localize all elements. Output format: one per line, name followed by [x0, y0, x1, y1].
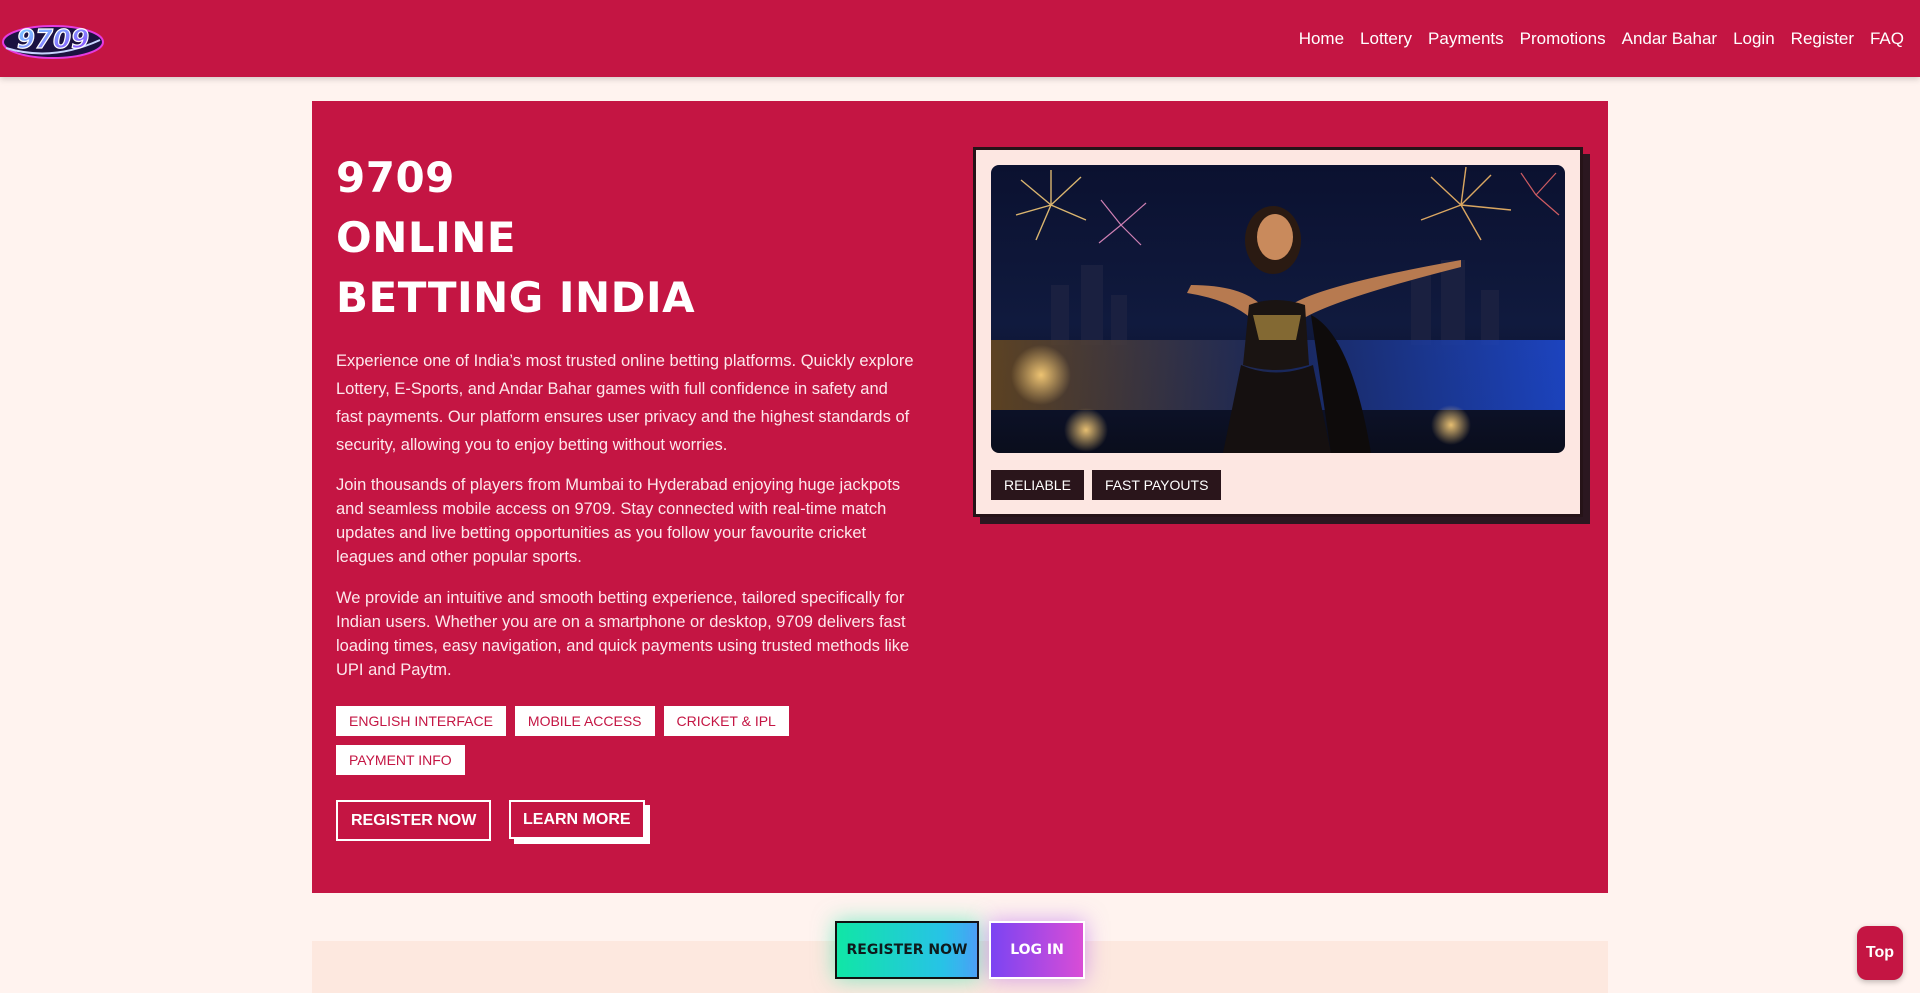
- hero-title-line: 9709: [336, 153, 455, 202]
- chip-english-interface[interactable]: ENGLISH INTERFACE: [336, 706, 506, 736]
- hero-title: 9709 ONLINE BETTING INDIA: [336, 148, 695, 328]
- chip-cricket-ipl[interactable]: CRICKET & IPL: [663, 706, 789, 736]
- nav-payments[interactable]: Payments: [1420, 0, 1512, 77]
- site-header: 9709 Home Lottery Payments Promotions An…: [0, 0, 1920, 77]
- brand-logo[interactable]: 9709: [2, 18, 104, 62]
- main-nav: Home Lottery Payments Promotions Andar B…: [1291, 0, 1912, 77]
- back-to-top-button[interactable]: Top: [1857, 926, 1903, 980]
- nav-register[interactable]: Register: [1783, 0, 1862, 77]
- feature-chips: ENGLISH INTERFACE MOBILE ACCESS CRICKET …: [336, 706, 896, 775]
- hero-image-card: RELIABLE FAST PAYOUTS: [973, 147, 1583, 517]
- hero-title-line: BETTING INDIA: [336, 273, 696, 322]
- hero-title-line: ONLINE: [336, 213, 517, 262]
- hero-paragraph-intro: Experience one of India’s most trusted o…: [336, 352, 914, 454]
- nav-lottery[interactable]: Lottery: [1352, 0, 1420, 77]
- register-now-button[interactable]: REGISTER NOW: [336, 800, 492, 841]
- nav-promotions[interactable]: Promotions: [1512, 0, 1614, 77]
- nav-home[interactable]: Home: [1291, 0, 1352, 77]
- floating-login-button[interactable]: LOG IN: [989, 921, 1085, 979]
- tag-fast-payouts: FAST PAYOUTS: [1091, 470, 1222, 500]
- card-tags: RELIABLE FAST PAYOUTS: [991, 470, 1222, 500]
- floating-register-button[interactable]: REGISTER NOW: [835, 921, 979, 979]
- hero-paragraph-experience: We provide an intuitive and smooth betti…: [336, 589, 910, 679]
- nav-login[interactable]: Login: [1725, 0, 1783, 77]
- hero-paragraph-players: Join thousands of players from Mumbai to…: [336, 476, 901, 566]
- hero-image: [991, 165, 1565, 453]
- chip-payment-info[interactable]: PAYMENT INFO: [336, 745, 465, 775]
- tag-reliable: RELIABLE: [991, 470, 1084, 500]
- nav-faq[interactable]: FAQ: [1862, 0, 1912, 77]
- chip-mobile-access[interactable]: MOBILE ACCESS: [514, 706, 655, 736]
- nav-andar-bahar[interactable]: Andar Bahar: [1614, 0, 1725, 77]
- logo-text: 9709: [17, 25, 89, 55]
- learn-more-button[interactable]: LEARN MORE: [509, 800, 645, 839]
- hero-section: 9709 ONLINE BETTING INDIA Experience one…: [312, 101, 1608, 893]
